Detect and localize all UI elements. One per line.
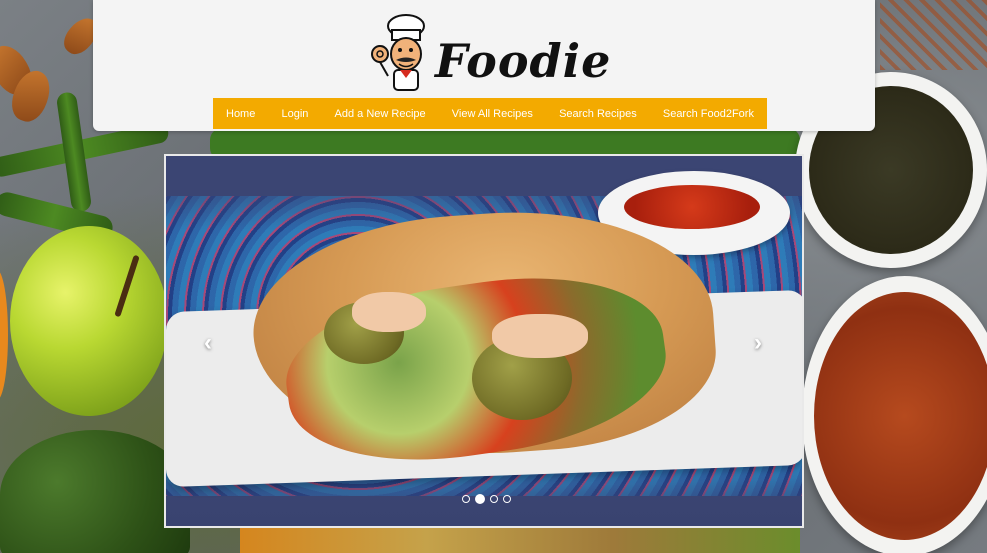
carousel-next-icon[interactable]: › — [754, 331, 762, 355]
carousel-indicator-3[interactable] — [490, 495, 498, 503]
nav-search-recipes[interactable]: Search Recipes — [559, 108, 637, 120]
nav-view-all-recipes[interactable]: View All Recipes — [452, 108, 533, 120]
broccoli-image — [0, 430, 190, 553]
nav-search-food2fork[interactable]: Search Food2Fork — [663, 108, 754, 120]
carousel-indicator-4[interactable] — [503, 495, 511, 503]
tahini-sauce — [352, 292, 426, 332]
chef-mascot-icon — [371, 14, 425, 91]
background-seeds — [880, 0, 987, 70]
brand-name: Foodie — [435, 34, 612, 88]
nav-home[interactable]: Home — [226, 108, 255, 120]
hero-carousel: ‹ › — [164, 154, 804, 528]
nav-add-recipe[interactable]: Add a New Recipe — [335, 108, 426, 120]
carousel-indicator-1[interactable] — [462, 495, 470, 503]
site-logo[interactable]: Foodie — [368, 14, 708, 94]
carousel-indicators — [462, 494, 511, 504]
carousel-prev-icon[interactable]: ‹ — [204, 331, 212, 355]
site-header: Foodie Home Login Add a New Recipe View … — [93, 0, 875, 131]
green-apple-image — [10, 226, 168, 416]
carousel-slide-falafel-pita — [166, 156, 802, 526]
tahini-sauce — [492, 314, 588, 358]
main-nav: Home Login Add a New Recipe View All Rec… — [213, 98, 767, 129]
nav-login[interactable]: Login — [281, 108, 308, 120]
background-spices-strip — [240, 528, 800, 553]
carousel-indicator-2[interactable] — [475, 494, 485, 504]
